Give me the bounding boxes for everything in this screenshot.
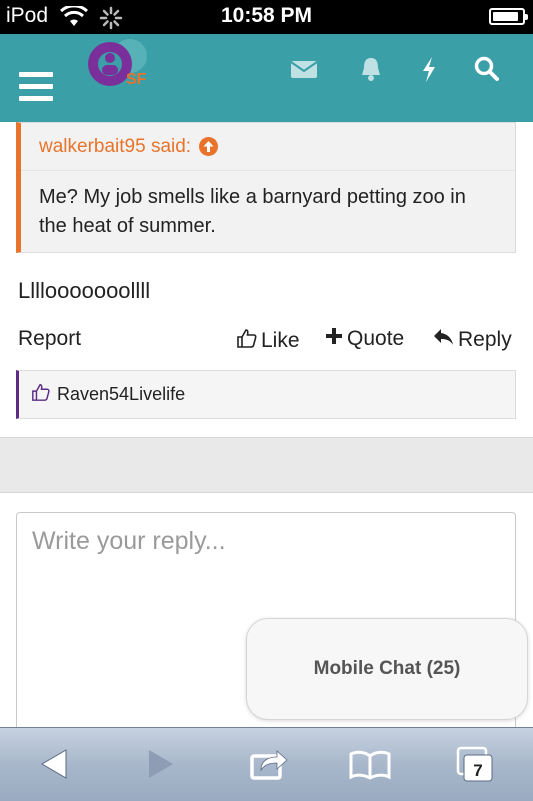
envelope-icon[interactable] [289, 54, 319, 84]
tabs-icon[interactable]: 7 [455, 746, 495, 789]
likes-summary: Raven54Livelife [16, 370, 516, 419]
bookmarks-icon[interactable] [349, 750, 391, 785]
like-label: Like [261, 329, 300, 352]
mobile-chat-button[interactable]: Mobile Chat (25) [246, 618, 528, 720]
browser-toolbar: 7 [0, 727, 533, 801]
back-icon[interactable] [40, 748, 68, 785]
post-actions: Report Like Quote Reply [18, 327, 515, 355]
quote-button[interactable]: Quote [325, 327, 404, 351]
quote-author: walkerbait95 said: [39, 135, 192, 157]
reply-placeholder: Write your reply... [32, 527, 226, 555]
bolt-icon[interactable] [414, 54, 444, 84]
site-header: SF [0, 34, 533, 122]
quote-block: walkerbait95 said: Me? My job smells lik… [16, 122, 516, 253]
tab-count: 7 [473, 761, 482, 780]
section-separator [0, 438, 533, 493]
plus-icon [325, 327, 343, 351]
status-time: 10:58 PM [220, 4, 313, 27]
reply-arrow-icon [432, 327, 454, 353]
quote-text: Me? My job smells like a barnyard pettin… [39, 186, 466, 237]
logo-text: SF [126, 71, 147, 88]
mobile-chat-label: Mobile Chat (25) [313, 658, 461, 679]
bell-icon[interactable] [356, 54, 386, 84]
like-button[interactable]: Like [236, 327, 300, 355]
search-icon[interactable] [472, 54, 502, 84]
post-text: Llllooooooollll [18, 278, 151, 303]
share-icon[interactable] [249, 746, 289, 785]
report-link[interactable]: Report [18, 327, 81, 351]
liked-by-user-link[interactable]: Raven54Livelife [57, 384, 185, 405]
quote-label: Quote [347, 327, 405, 350]
arrow-up-circle-icon[interactable] [199, 137, 219, 156]
quote-author-link[interactable]: walkerbait95 said: [21, 123, 515, 171]
thumbs-up-icon [31, 382, 51, 407]
reply-label: Reply [458, 328, 512, 351]
battery-icon [489, 8, 528, 25]
reply-button[interactable]: Reply [432, 327, 512, 353]
thumbs-up-icon [236, 327, 258, 355]
forward-icon[interactable] [147, 748, 175, 785]
site-logo[interactable]: SF [80, 36, 158, 94]
status-bar: iPod 10:58 PM [0, 0, 533, 34]
menu-icon[interactable] [19, 72, 53, 102]
